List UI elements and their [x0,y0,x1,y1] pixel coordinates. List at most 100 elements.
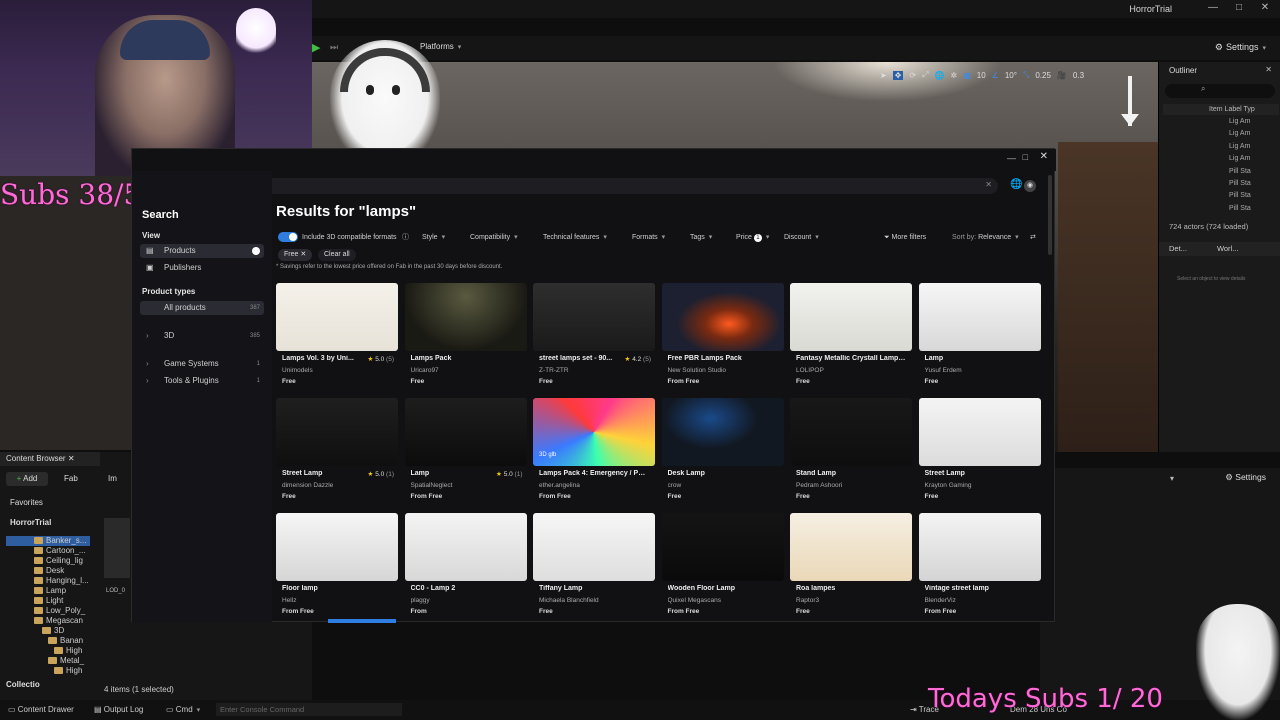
sidebar-item-3d[interactable]: › 3D 385 [140,329,264,343]
camera-speed-icon[interactable]: 🎥 [1057,71,1067,80]
tree-folder[interactable]: Hanging_l... [34,576,89,585]
filter-tags[interactable]: Tags ▾ [690,231,712,245]
product-thumbnail[interactable] [533,513,655,581]
product-thumbnail[interactable] [918,283,1041,351]
content-drawer-button[interactable]: ▭ Content Drawer [8,705,74,714]
product-card[interactable]: Wooden Floor Lamp Quixel Megascans From Fr… [661,513,784,623]
select-icon[interactable]: ➤ [880,71,887,80]
tree-folder[interactable]: High [54,646,82,655]
product-author[interactable]: Hellz [282,597,392,604]
product-author[interactable]: plaggy [411,597,521,604]
close-icon[interactable]: ✕ [68,454,75,463]
product-card[interactable]: 3D glb Lamps Pack 4: Emergency / Polic...… [533,398,655,508]
product-title[interactable]: CC0 - Lamp 2 [411,585,521,592]
product-title[interactable]: Free PBR Lamps Pack [668,355,778,362]
dropdown-chevron-icon[interactable]: ▾ [1170,474,1174,483]
tab-content-browser[interactable]: Content Browser ✕ [0,452,100,466]
expand-icon[interactable]: › [146,357,149,371]
step-icon[interactable]: ⏭ [330,42,338,53]
maximize-button[interactable]: □ [1230,2,1248,16]
import-button[interactable]: Im [108,472,117,486]
outliner-row[interactable]: Pill Sta [1159,205,1279,217]
product-card[interactable]: Floor lamp Hellz From Free [276,513,398,623]
clear-all-button[interactable]: Clear all [318,249,356,261]
tree-folder[interactable]: 3D [42,626,64,635]
product-author[interactable]: BlenderViz [925,597,1035,604]
product-card[interactable]: Roa lampes Raptor3 Free [790,513,912,623]
product-author[interactable]: Michaela Blanchfield [539,597,649,604]
grid-snap-value[interactable]: 10 [977,71,986,80]
product-author[interactable]: SpatialNeglect [411,482,521,489]
product-title[interactable]: Street Lamp [925,470,1035,477]
product-thumbnail[interactable] [661,283,784,351]
product-author[interactable]: Z-TR-ZTR [539,367,649,374]
scale-icon[interactable]: ⤢ [922,70,928,80]
world-icon[interactable]: 🌐 [935,71,945,80]
outliner-row[interactable]: Lig Am [1159,143,1279,155]
product-author[interactable]: Uricaro97 [411,367,521,374]
grid-snap-icon[interactable]: ▦ [963,71,971,80]
remove-chip-icon[interactable]: ✕ [300,251,306,258]
clear-search-icon[interactable]: ✕ [985,180,992,189]
product-card[interactable]: CC0 - Lamp 2 plaggy From [404,513,527,623]
product-title[interactable]: Lamps Pack 4: Emergency / Polic... [539,470,649,477]
filter-technical[interactable]: Technical features ▾ [543,231,607,245]
filter-discount[interactable]: Discount ▾ [784,231,819,245]
product-card[interactable]: Lamps Pack Uricaro97 Free [404,283,527,393]
fab-close-icon[interactable]: ✕ [1040,151,1048,162]
angle-snap-icon[interactable]: ∠ [992,71,999,80]
project-root[interactable]: HorrorTrial [10,518,51,527]
product-author[interactable]: Yusuf Erdem [925,367,1035,374]
product-author[interactable]: Pedram Ashoori [796,482,906,489]
product-title[interactable]: Tiffany Lamp [539,585,649,592]
filter-price[interactable]: Price 1 ▾ [736,231,769,245]
fab-button[interactable]: Fab [64,472,78,486]
product-title[interactable]: Stand Lamp [796,470,906,477]
filter-style[interactable]: Style ▾ [422,231,445,245]
filter-formats[interactable]: Formats ▾ [632,231,665,245]
product-author[interactable]: Krayton Gaming [925,482,1035,489]
product-thumbnail[interactable] [276,513,398,581]
angle-snap-value[interactable]: 10° [1005,71,1017,80]
product-card[interactable]: Vintage street lamp BlenderViz From Free [918,513,1041,623]
outliner-row[interactable]: Lig Am [1159,130,1279,142]
product-title[interactable]: Vintage street lamp [925,585,1035,592]
product-author[interactable]: Raptor3 [796,597,906,604]
product-card[interactable]: Street Lamp Krayton Gaming Free [918,398,1041,508]
tab-world[interactable]: Worl... [1217,242,1239,256]
platforms-menu[interactable]: Platforms ▾ [420,42,461,51]
tab-details[interactable]: Det... [1169,242,1187,256]
settings-menu[interactable]: ⚙ Settings ▾ [1215,42,1266,53]
product-title[interactable]: Floor lamp [282,585,392,592]
filter-compatibility[interactable]: Compatibility ▾ [470,231,518,245]
product-card[interactable]: Fantasy Metallic Crystall Lamps (... LOLI… [790,283,912,393]
sidebar-item-game-systems[interactable]: › Game Systems 1 [140,357,264,371]
product-card[interactable]: Street Lamp ★ 5.0 (1) dimension Dazzle Free [276,398,398,508]
language-icon[interactable]: 🌐 [1010,179,1022,190]
camera-speed-value[interactable]: 0.3 [1073,71,1084,80]
product-card[interactable]: Lamps Vol. 3 by Uni... ★ 5.0 (5) Unimodels… [276,283,398,393]
product-thumbnail[interactable] [661,398,784,466]
translate-icon[interactable]: ✥ [892,70,904,80]
outliner-row[interactable]: Pill Sta [1159,192,1279,204]
close-button[interactable]: ✕ [1256,2,1274,16]
outliner-search-input[interactable]: ⌕ [1165,84,1275,98]
tree-folder[interactable]: Metal_ [48,656,84,665]
tree-folder[interactable]: Ceiling_lig [34,556,83,565]
tree-folder[interactable]: Banker_s... [34,536,86,545]
scrollbar[interactable] [1048,175,1052,255]
output-log-button[interactable]: ▤ Output Log [94,705,143,714]
product-title[interactable]: Roa lampes [796,585,906,592]
add-button[interactable]: + Add [6,472,48,486]
fab-maximize-icon[interactable]: □ [1023,152,1028,162]
product-title[interactable]: Lamps Pack [411,355,521,362]
tree-folder[interactable]: Lamp [34,586,66,595]
tree-folder[interactable]: Banan [48,636,83,645]
info-icon[interactable]: ⓘ [402,231,409,245]
minimize-button[interactable]: — [1204,2,1222,16]
fab-minimize-icon[interactable]: — [1007,153,1016,163]
scale-snap-icon[interactable]: ⤡ [1023,70,1029,80]
tree-folder[interactable]: Low_Poly_ [34,606,85,615]
product-author[interactable]: Unimodels [282,367,392,374]
cmd-dropdown[interactable]: ▭ Cmd ▾ [166,705,200,714]
